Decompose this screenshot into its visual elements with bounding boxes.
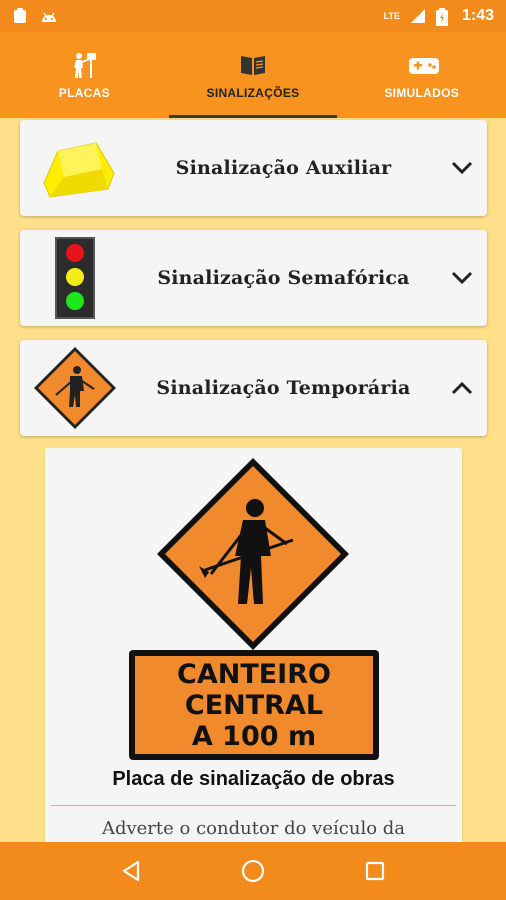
clipboard-icon	[12, 8, 28, 24]
sign-line-3: A 100 m	[191, 720, 317, 752]
back-button[interactable]	[111, 851, 151, 891]
roadwork-sign-icon	[20, 340, 130, 436]
tab-simulados[interactable]: SIMULADOS	[337, 32, 506, 118]
tab-label: PLACAS	[58, 86, 110, 100]
tab-label: SIMULADOS	[384, 86, 460, 100]
sign-line-2: CENTRAL	[184, 689, 324, 721]
home-button[interactable]	[233, 851, 273, 891]
tab-placas[interactable]: PLACAS	[0, 32, 169, 118]
chevron-down-icon[interactable]	[437, 271, 487, 285]
canteiro-central-sign: CANTEIRO CENTRAL A 100 m	[129, 650, 379, 760]
signal-icon	[410, 8, 426, 24]
recents-button[interactable]	[355, 851, 395, 891]
card-title: Sinalização Auxiliar	[175, 157, 392, 179]
roadwork-diamond-sign	[155, 456, 351, 652]
system-nav-bar	[0, 842, 506, 900]
chevron-up-icon[interactable]	[437, 381, 487, 395]
status-bar: LTE 1:43	[0, 0, 506, 32]
network-type: LTE	[383, 11, 400, 21]
barrier-icon	[20, 120, 130, 216]
card-title: Sinalização Temporária	[156, 377, 411, 399]
android-icon	[40, 8, 56, 24]
gamepad-icon	[407, 50, 439, 80]
tab-bar: PLACAS SINALIZAÇÕES SIMULADOS	[0, 32, 506, 118]
card-sinalizacao-semaforica[interactable]: Sinalização Semafórica	[20, 230, 487, 326]
book-icon	[238, 50, 268, 80]
sign-detail-panel: CANTEIRO CENTRAL A 100 m	[45, 448, 462, 842]
status-time: 1:43	[461, 7, 494, 24]
card-title: Sinalização Semafórica	[157, 267, 410, 289]
tab-sinalizacoes[interactable]: SINALIZAÇÕES	[168, 32, 338, 118]
tab-label: SINALIZAÇÕES	[206, 86, 300, 100]
person-sign-icon	[69, 50, 99, 80]
content-list: Sinalização Auxiliar Sinalização Semafór…	[0, 118, 506, 842]
traffic-light-icon	[20, 230, 130, 326]
sign-line-1: CANTEIRO	[177, 658, 331, 690]
card-sinalizacao-temporaria[interactable]: Sinalização Temporária	[20, 340, 487, 436]
card-sinalizacao-auxiliar[interactable]: Sinalização Auxiliar	[20, 120, 487, 216]
chevron-down-icon[interactable]	[437, 161, 487, 175]
battery-icon	[435, 8, 452, 26]
